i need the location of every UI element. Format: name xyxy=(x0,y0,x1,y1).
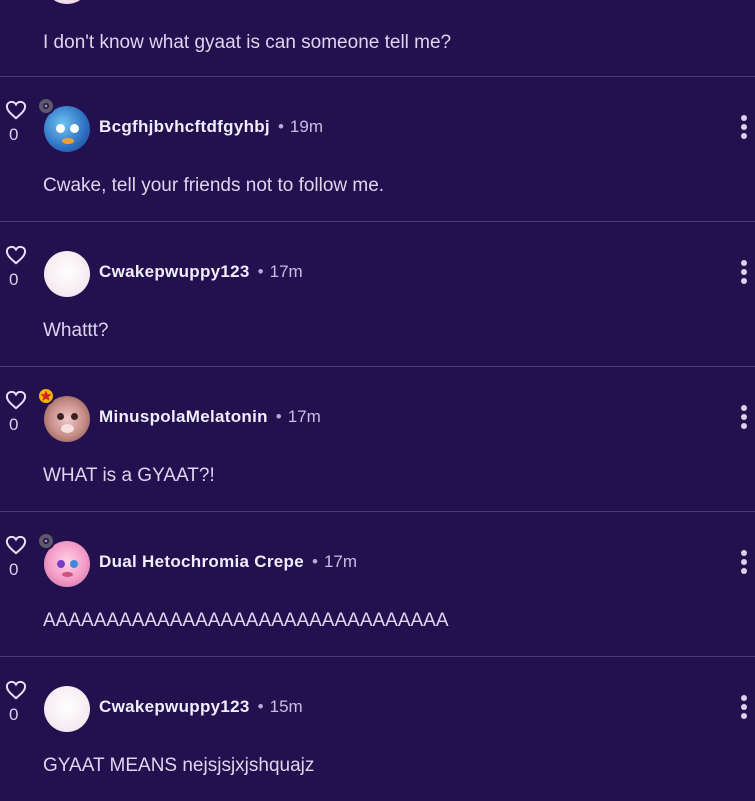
username[interactable]: MinuspolaMelatonin xyxy=(99,407,268,426)
comment-meta: MinuspolaMelatonin • 17m xyxy=(99,407,321,427)
more-vertical-icon[interactable] xyxy=(738,405,750,435)
timestamp: 15m xyxy=(269,697,303,716)
gear-icon xyxy=(37,532,55,550)
username[interactable]: Bcgfhjbvhcftdfgyhbj xyxy=(99,117,270,136)
username[interactable]: Cwakepwuppy123 xyxy=(99,697,250,716)
previous-avatar[interactable] xyxy=(50,0,84,4)
like-count: 0 xyxy=(9,270,19,289)
heart-icon[interactable] xyxy=(5,535,27,555)
separator: • xyxy=(311,552,318,571)
gear-icon xyxy=(37,97,55,115)
avatar[interactable] xyxy=(44,686,90,732)
separator: • xyxy=(277,117,284,136)
comment-text: WHAT is a GYAAT?! xyxy=(43,465,215,486)
more-vertical-icon[interactable] xyxy=(738,115,750,145)
like-count: 0 xyxy=(9,415,19,434)
comment-meta: Cwakepwuppy123 • 17m xyxy=(99,262,303,282)
more-vertical-icon[interactable] xyxy=(738,550,750,580)
timestamp: 17m xyxy=(269,262,303,281)
comment-item: 0 Bcgfhjbvhcftdfgyhbj • 19m Cwake, tell yo… xyxy=(0,77,755,221)
like-count: 0 xyxy=(9,125,19,144)
separator: • xyxy=(257,262,264,281)
comment-text: Cwake, tell your friends not to follow m… xyxy=(43,175,385,196)
like-count: 0 xyxy=(9,705,19,724)
more-vertical-icon[interactable] xyxy=(738,695,750,725)
star-icon xyxy=(37,387,55,405)
avatar[interactable] xyxy=(44,251,90,297)
comment-text: Whattt? xyxy=(43,320,109,341)
comment-item: 0 Cwakepwuppy123 • 17m Whattt? xyxy=(0,222,755,366)
comment-item: 0 Dual Hetochromia Crepe • 17m AAAAAAAAAAA… xyxy=(0,512,755,656)
timestamp: 17m xyxy=(287,407,321,426)
username[interactable]: Dual Hetochromia Crepe xyxy=(99,552,304,571)
heart-icon[interactable] xyxy=(5,390,27,410)
more-vertical-icon[interactable] xyxy=(738,260,750,290)
comment-item: 0 Cwakepwuppy123 • 15m GYAAT MEANS nejsjsj… xyxy=(0,657,755,801)
heart-icon[interactable] xyxy=(5,245,27,265)
comment-item: 0 MinuspolaMelatonin • 17m WHAT is a GYAAT… xyxy=(0,367,755,511)
timestamp: 19m xyxy=(289,117,323,136)
heart-icon[interactable] xyxy=(5,100,27,120)
comment-meta: Bcgfhjbvhcftdfgyhbj • 19m xyxy=(99,117,323,137)
heart-icon[interactable] xyxy=(5,680,27,700)
like-count: 0 xyxy=(9,560,19,579)
comment-meta: Cwakepwuppy123 • 15m xyxy=(99,697,303,717)
comment-text: AAAAAAAAAAAAAAAAAAAAAAAAAAAAAAAA xyxy=(43,610,449,631)
separator: • xyxy=(257,697,264,716)
comment-text: I don't know what gyaat is can someone t… xyxy=(43,32,452,53)
comment-text: GYAAT MEANS nejsjsjxjshquajz xyxy=(43,755,315,776)
timestamp: 17m xyxy=(323,552,358,571)
username[interactable]: Cwakepwuppy123 xyxy=(99,262,250,281)
separator: • xyxy=(275,407,282,426)
comment-meta: Dual Hetochromia Crepe • 17m xyxy=(99,552,357,572)
